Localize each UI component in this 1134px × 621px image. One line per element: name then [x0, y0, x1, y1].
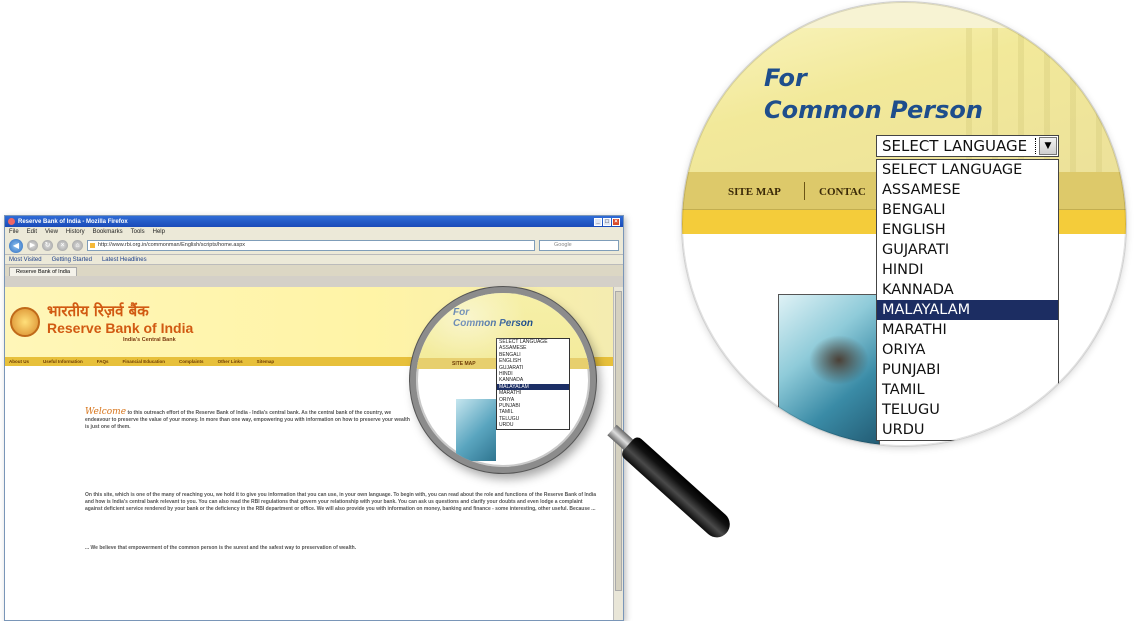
tab-rbi[interactable]: Reserve Bank of India: [9, 267, 78, 276]
lens-option-urdu: URDU: [499, 422, 514, 429]
language-option-gujarati[interactable]: GUJARATI: [877, 240, 1058, 260]
language-select-value: SELECT LANGUAGE: [882, 137, 1028, 155]
lens-photo: [456, 399, 496, 461]
search-input[interactable]: Google: [539, 240, 619, 251]
url-bar[interactable]: http://www.rbi.org.in/commonman/English/…: [87, 240, 535, 251]
window-controls: _ □ ×: [594, 217, 620, 226]
nav-about[interactable]: About Us: [9, 359, 29, 364]
bookmark-most-visited[interactable]: Most Visited: [9, 257, 42, 263]
bookmark-latest-headlines[interactable]: Latest Headlines: [102, 257, 147, 263]
language-option-tamil[interactable]: TAMIL: [877, 380, 1058, 400]
nav-other-links[interactable]: Other Links: [218, 359, 243, 364]
language-option-english[interactable]: ENGLISH: [877, 220, 1058, 240]
menu-tools[interactable]: Tools: [131, 229, 145, 235]
zoom-callout: For Common Person SITE MAP CONTAC SELECT…: [682, 2, 1126, 446]
language-option-hindi[interactable]: HINDI: [877, 260, 1058, 280]
language-option-punjabi[interactable]: PUNJABI: [877, 360, 1058, 380]
bookmark-getting-started[interactable]: Getting Started: [52, 257, 92, 263]
bookmarks-toolbar: Most Visited Getting Started Latest Head…: [5, 255, 623, 265]
intro-paragraph: On this site, which is one of the many o…: [85, 492, 597, 512]
site-tagline: India's Central Bank: [123, 337, 176, 343]
lens-language-list: SELECT LANGUAGE ASSAMESE BENGALI ENGLISH GUJ…: [496, 338, 570, 430]
welcome-paragraph: Welcome to this outreach effort of the R…: [85, 407, 415, 431]
window-title: Reserve Bank of India - Mozilla Firefox: [18, 218, 128, 225]
menu-view[interactable]: View: [45, 229, 58, 235]
menu-edit[interactable]: Edit: [27, 229, 37, 235]
language-option-kannada[interactable]: KANNADA: [877, 280, 1058, 300]
menu-bookmarks[interactable]: Bookmarks: [93, 229, 123, 235]
dropdown-arrow-icon[interactable]: ▼: [1039, 137, 1057, 155]
close-icon[interactable]: ×: [612, 217, 620, 226]
magnifier-icon: For Common Person SITE MAP SELECT LANGUA…: [410, 287, 596, 473]
forward-icon[interactable]: ▶: [27, 240, 38, 251]
stop-icon[interactable]: ×: [57, 240, 68, 251]
reload-icon[interactable]: ↻: [42, 240, 53, 251]
menu-file[interactable]: File: [9, 229, 19, 235]
title-bar: Reserve Bank of India - Mozilla Firefox …: [5, 216, 623, 227]
firefox-icon: [8, 218, 15, 225]
language-option-urdu[interactable]: URDU: [877, 420, 1058, 440]
welcome-text: to this outreach effort of the Reserve B…: [85, 410, 410, 430]
site-name-hindi: भारतीय रिज़र्व बैंक: [47, 302, 149, 320]
language-option-oriya[interactable]: ORIYA: [877, 340, 1058, 360]
navigation-toolbar: ◀ ▶ ↻ × ⌂ http://www.rbi.org.in/commonma…: [5, 237, 623, 255]
nav-useful-info[interactable]: Useful Information: [43, 359, 83, 364]
language-select[interactable]: SELECT LANGUAGE ▼: [876, 135, 1059, 157]
nav-site-map[interactable]: SITE MAP: [728, 186, 781, 198]
home-icon[interactable]: ⌂: [72, 240, 83, 251]
language-option-malayalam[interactable]: MALAYALAM: [877, 300, 1058, 320]
nav-sitemap[interactable]: Sitemap: [257, 359, 275, 364]
nav-financial-education[interactable]: Financial Education: [123, 359, 166, 364]
minimize-icon[interactable]: _: [594, 217, 602, 226]
nav-faqs[interactable]: FAQs: [97, 359, 109, 364]
menu-help[interactable]: Help: [153, 229, 165, 235]
menu-bar: File Edit View History Bookmarks Tools H…: [5, 227, 623, 237]
back-icon[interactable]: ◀: [9, 238, 23, 253]
nav-complaints[interactable]: Complaints: [179, 359, 204, 364]
language-option-assamese[interactable]: ASSAMESE: [877, 180, 1058, 200]
illustration: Reserve Bank of India - Mozilla Firefox …: [0, 0, 1134, 621]
site-name-english: Reserve Bank of India: [47, 320, 194, 336]
tab-bar: Reserve Bank of India: [5, 265, 623, 276]
welcome-word: Welcome: [85, 407, 127, 417]
language-dropdown-list: SELECT LANGUAGE ASSAMESE BENGALI ENGLISH GUJ…: [876, 159, 1059, 441]
rbi-logo[interactable]: [10, 307, 40, 337]
closing-paragraph: ... We believe that empowerment of the c…: [85, 545, 357, 551]
for-common-person-heading: For Common Person: [764, 64, 983, 124]
nav-contact[interactable]: CONTAC: [819, 186, 866, 198]
menu-history[interactable]: History: [66, 229, 85, 235]
maximize-icon[interactable]: □: [603, 217, 611, 226]
language-option-select-language[interactable]: SELECT LANGUAGE: [877, 160, 1058, 180]
language-option-marathi[interactable]: MARATHI: [877, 320, 1058, 340]
language-option-bengali[interactable]: BENGALI: [877, 200, 1058, 220]
zoom-photo: [778, 294, 880, 446]
language-option-telugu[interactable]: TELUGU: [877, 400, 1058, 420]
